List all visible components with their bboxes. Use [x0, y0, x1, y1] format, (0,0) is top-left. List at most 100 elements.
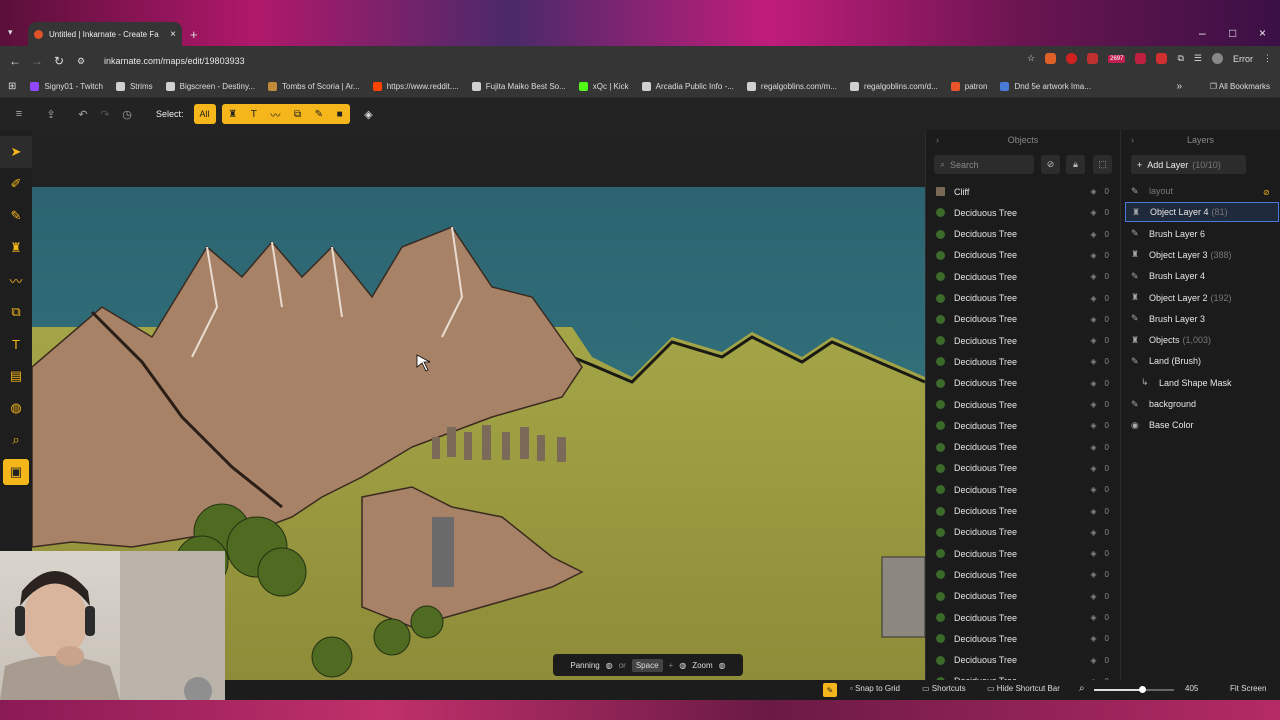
image-filter-icon[interactable]: ■ — [337, 109, 343, 120]
bookmark-item[interactable]: patron — [950, 82, 987, 91]
new-tab-icon[interactable]: + — [190, 27, 198, 42]
visibility-icon[interactable]: ◈ — [1090, 187, 1096, 196]
hide-shortcut-bar-button[interactable]: ▭ Hide Shortcut Bar — [987, 684, 1060, 693]
error-label[interactable]: Error — [1233, 54, 1253, 64]
visibility-icon[interactable]: ◈ — [1090, 400, 1096, 409]
bookmark-item[interactable]: Arcadia Public Info -... — [641, 82, 734, 91]
object-list-item[interactable]: Deciduous Tree◈0 — [926, 607, 1121, 628]
select-region-icon[interactable]: ⬚ — [1093, 155, 1112, 174]
collapse-chevron-icon[interactable]: › — [936, 135, 939, 145]
layer-item[interactable]: ✎ Brush Layer 6 — [1125, 224, 1279, 244]
reload-icon[interactable]: ↻ — [48, 54, 70, 68]
layer-item[interactable]: ♜ Object Layer 3 (388) — [1125, 245, 1279, 265]
visibility-icon[interactable]: ◈ — [1090, 634, 1096, 643]
object-list-item[interactable]: Deciduous Tree◈0 — [926, 522, 1121, 543]
shape-tool-icon[interactable]: ⧉ — [0, 296, 32, 328]
visibility-icon[interactable]: ◈ — [1090, 357, 1096, 366]
object-search-input[interactable]: ⌕ Search — [934, 155, 1034, 174]
document-tool-icon[interactable]: ▤ — [0, 360, 32, 392]
snap-to-grid-toggle[interactable]: ▫ Snap to Grid — [850, 684, 900, 693]
hidden-layer-icon[interactable]: ⊘ — [1263, 188, 1270, 197]
visibility-icon[interactable]: ◈ — [1090, 528, 1096, 537]
path-tool-icon[interactable]: 〰 — [0, 264, 32, 296]
media-icon[interactable]: ☰ — [1194, 53, 1202, 64]
bookmark-item[interactable]: Tombs of Scoria | Ar... — [268, 82, 360, 91]
object-list-item[interactable]: Deciduous Tree◈0 — [926, 330, 1121, 351]
object-list-item[interactable]: Deciduous Tree◈0 — [926, 628, 1121, 649]
object-list-item[interactable]: Deciduous Tree◈0 — [926, 373, 1121, 394]
visibility-icon[interactable]: ◈ — [1090, 613, 1096, 622]
layer-item[interactable]: ✎ Brush Layer 4 — [1125, 266, 1279, 286]
object-list-item[interactable]: Deciduous Tree◈0 — [926, 245, 1121, 266]
path-filter-icon[interactable]: 〰 — [270, 107, 280, 122]
text-tool-icon[interactable]: T — [0, 328, 32, 360]
hide-icon[interactable]: ⊘ — [1041, 155, 1060, 174]
export-icon[interactable]: ⇪ — [40, 108, 62, 121]
shortcuts-button[interactable]: ▭ Shortcuts — [922, 684, 966, 693]
extension-icon[interactable] — [1156, 53, 1168, 64]
bookmark-item[interactable]: Signy01 - Twitch — [30, 82, 103, 91]
hamburger-menu-icon[interactable]: ≡ — [8, 108, 30, 120]
undo-icon[interactable]: ↶ — [72, 108, 94, 121]
layer-item[interactable]: ◉ Base Color — [1125, 415, 1279, 435]
object-list-item[interactable]: Deciduous Tree◈0 — [926, 543, 1121, 564]
brush-tool-icon[interactable]: ✎ — [0, 200, 32, 232]
visibility-icon[interactable]: ◈ — [1090, 464, 1096, 473]
extension-badge[interactable]: 2697 — [1108, 54, 1126, 63]
objects-header[interactable]: › Objects — [926, 131, 1120, 149]
visibility-icon[interactable]: ◈ — [1090, 315, 1096, 324]
forward-icon[interactable]: → — [26, 54, 48, 68]
collapse-chevron-icon[interactable]: › — [1131, 135, 1134, 145]
bookmark-item[interactable]: Fujita Maiko Best So... — [471, 82, 566, 91]
visibility-icon[interactable]: ◈ — [1090, 251, 1096, 260]
visibility-icon[interactable]: ◈ — [1090, 592, 1096, 601]
bookmark-item[interactable]: Dnd 5e artwork Ima... — [1000, 82, 1091, 91]
close-window-icon[interactable]: × — [1259, 26, 1266, 40]
shape-filter-icon[interactable]: ⧉ — [294, 109, 301, 120]
zoom-tool-icon[interactable]: ⌕ — [0, 424, 32, 456]
visibility-icon[interactable]: ◈ — [1090, 549, 1096, 558]
object-list-item[interactable]: Deciduous Tree◈0 — [926, 479, 1121, 500]
zoom-slider-knob[interactable] — [1139, 686, 1146, 693]
minimize-icon[interactable]: – — [1199, 26, 1206, 40]
visibility-icon[interactable]: ◈ — [1090, 230, 1096, 239]
layer-item[interactable]: ♜ Object Layer 2 (192) — [1125, 288, 1279, 308]
extension-icon[interactable] — [1045, 53, 1057, 64]
layer-item[interactable]: ✎ layout — [1125, 181, 1279, 201]
apps-grid-icon[interactable]: ⊞ — [8, 81, 16, 92]
select-tool-icon[interactable]: ➤ — [0, 136, 32, 168]
save-icon[interactable]: ▣ — [3, 459, 29, 485]
object-list-item[interactable]: Deciduous Tree◈0 — [926, 458, 1121, 479]
bookmark-item[interactable]: Bigscreen - Destiny... — [165, 82, 255, 91]
object-filter-icon[interactable]: ♜ — [228, 109, 237, 120]
browser-menu-icon[interactable]: ⋮ — [1263, 53, 1272, 64]
object-list-item[interactable]: Cliff ◈ 0 — [926, 181, 1121, 202]
maximize-icon[interactable]: □ — [1229, 26, 1236, 40]
visibility-icon[interactable]: ◈ — [1090, 272, 1096, 281]
browser-tab[interactable]: Untitled | Inkarnate - Create Fa × — [28, 22, 182, 46]
redo-icon[interactable]: ↷ — [94, 108, 116, 121]
layer-item[interactable]: ↳ Land Shape Mask — [1125, 373, 1279, 393]
text-filter-icon[interactable]: T — [251, 109, 257, 120]
globe-tool-icon[interactable]: ◍ — [0, 392, 32, 424]
layers-header[interactable]: › Layers — [1121, 131, 1280, 149]
bookmark-item[interactable]: Strims — [115, 82, 153, 91]
object-list-item[interactable]: Deciduous Tree◈0 — [926, 266, 1121, 287]
zoom-slider[interactable] — [1094, 686, 1174, 693]
layer-item[interactable]: ♜ Object Layer 4 (81) — [1125, 202, 1279, 223]
layer-item[interactable]: ✎ Brush Layer 3 — [1125, 309, 1279, 329]
pencil-icon[interactable]: ✎ — [823, 683, 837, 697]
bookmark-item[interactable]: regalgoblins.com/m... — [746, 82, 837, 91]
object-list-item[interactable]: Deciduous Tree◈0 — [926, 309, 1121, 330]
visibility-icon[interactable]: ◈ — [1090, 336, 1096, 345]
object-list-item[interactable]: Deciduous Tree◈0 — [926, 564, 1121, 585]
more-bookmarks-icon[interactable]: » — [1176, 81, 1182, 92]
bookmark-item[interactable]: xQc | Kick — [578, 82, 629, 91]
object-list-item[interactable]: Deciduous Tree◈0 — [926, 288, 1121, 309]
object-list-item[interactable]: Deciduous Tree◈0 — [926, 437, 1121, 458]
layers-toggle-icon[interactable]: ◈ — [358, 108, 380, 121]
object-list-item[interactable]: Deciduous Tree◈0 — [926, 224, 1121, 245]
object-tool-icon[interactable]: ♜ — [0, 232, 32, 264]
visibility-icon[interactable]: ◈ — [1090, 294, 1096, 303]
extension-icon[interactable] — [1087, 53, 1099, 64]
